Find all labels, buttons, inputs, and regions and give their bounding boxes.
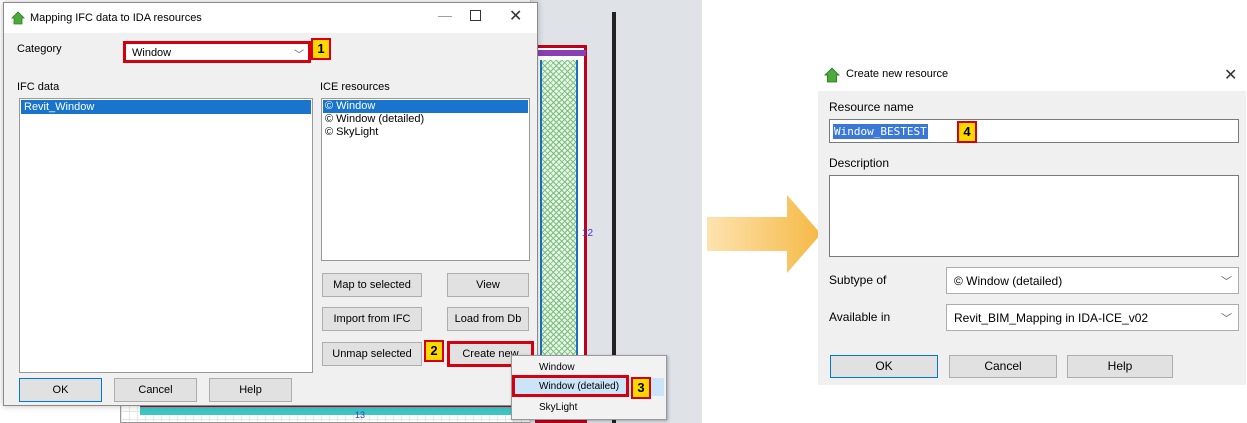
list-item[interactable]: © SkyLight — [323, 126, 528, 139]
ifc-data-label: IFC data — [17, 81, 60, 93]
ice-resources-list[interactable]: © Window © Window (detailed) © SkyLight — [321, 98, 530, 261]
cancel-button[interactable]: Cancel — [949, 355, 1057, 378]
help-button[interactable]: Help — [1067, 355, 1173, 378]
list-item[interactable]: Revit_Window — [21, 100, 311, 114]
plan-label-13: 13 — [355, 410, 366, 420]
available-in-select[interactable]: Revit_BIM_Mapping in IDA-ICE_v02 ﹀ — [946, 304, 1239, 331]
maximize-button[interactable] — [470, 10, 481, 21]
step-badge-2: 2 — [424, 340, 444, 362]
right-arrow-icon — [707, 195, 821, 273]
app-house-icon — [11, 11, 25, 25]
subtype-select-value: © Window (detailed) — [954, 274, 1063, 288]
close-button[interactable]: ✕ — [1224, 65, 1237, 85]
mapping-dialog-title: Mapping IFC data to IDA resources — [30, 12, 202, 24]
create-dialog-title: Create new resource — [846, 68, 949, 80]
cancel-button[interactable]: Cancel — [114, 378, 197, 402]
available-in-select-value: Revit_BIM_Mapping in IDA-ICE_v02 — [954, 311, 1149, 325]
unmap-selected-button[interactable]: Unmap selected — [322, 342, 422, 366]
category-select-value: Window — [132, 47, 172, 59]
chevron-down-icon: ﹀ — [1221, 276, 1232, 288]
step-badge-4: 4 — [957, 121, 977, 143]
step-badge-1: 1 — [311, 38, 331, 60]
subtype-select[interactable]: © Window (detailed) ﹀ — [946, 267, 1239, 294]
description-textarea[interactable] — [829, 175, 1239, 257]
create-dialog-titlebar[interactable]: Create new resource ✕ — [818, 55, 1246, 91]
menu-item-highlight-box — [512, 375, 629, 397]
plan-label-12: 12 — [582, 228, 594, 239]
chevron-down-icon: ﹀ — [1221, 313, 1232, 325]
category-label: Category — [17, 43, 62, 55]
load-from-db-button[interactable]: Load from Db — [447, 307, 529, 331]
list-item[interactable]: © Window — [323, 100, 528, 113]
view-button[interactable]: View — [447, 273, 529, 297]
chevron-down-icon: ﹀ — [294, 50, 304, 61]
close-button[interactable]: ✕ — [509, 6, 522, 26]
ok-button[interactable]: OK — [830, 355, 938, 378]
ok-button[interactable]: OK — [19, 378, 102, 402]
resource-name-label: Resource name — [829, 100, 914, 114]
app-house-icon — [824, 67, 840, 83]
resource-name-value: Window_BESTEST — [833, 124, 928, 139]
category-select[interactable]: Window ﹀ — [123, 41, 311, 63]
mapping-dialog: Mapping IFC data to IDA resources — ✕ Ca… — [3, 2, 538, 406]
available-in-label: Available in — [829, 310, 891, 324]
create-resource-dialog: Create new resource ✕ Resource name Wind… — [818, 55, 1246, 385]
step-badge-3: 3 — [631, 377, 651, 399]
ice-resources-label: ICE resources — [320, 81, 390, 93]
minimize-button[interactable]: — — [438, 7, 452, 23]
import-from-ifc-button[interactable]: Import from IFC — [322, 307, 422, 331]
resource-name-input[interactable]: Window_BESTEST — [829, 119, 1239, 143]
plan-window-strip — [536, 50, 586, 56]
menu-item-skylight[interactable]: SkyLight — [514, 399, 664, 417]
subtype-label: Subtype of — [829, 273, 887, 287]
help-button[interactable]: Help — [209, 378, 292, 402]
list-item[interactable]: © Window (detailed) — [323, 113, 528, 126]
mapping-dialog-titlebar[interactable]: Mapping IFC data to IDA resources — ✕ — [4, 3, 537, 33]
ifc-data-list[interactable]: Revit_Window — [19, 98, 313, 373]
description-label: Description — [829, 156, 890, 170]
map-to-selected-button[interactable]: Map to selected — [322, 273, 422, 297]
